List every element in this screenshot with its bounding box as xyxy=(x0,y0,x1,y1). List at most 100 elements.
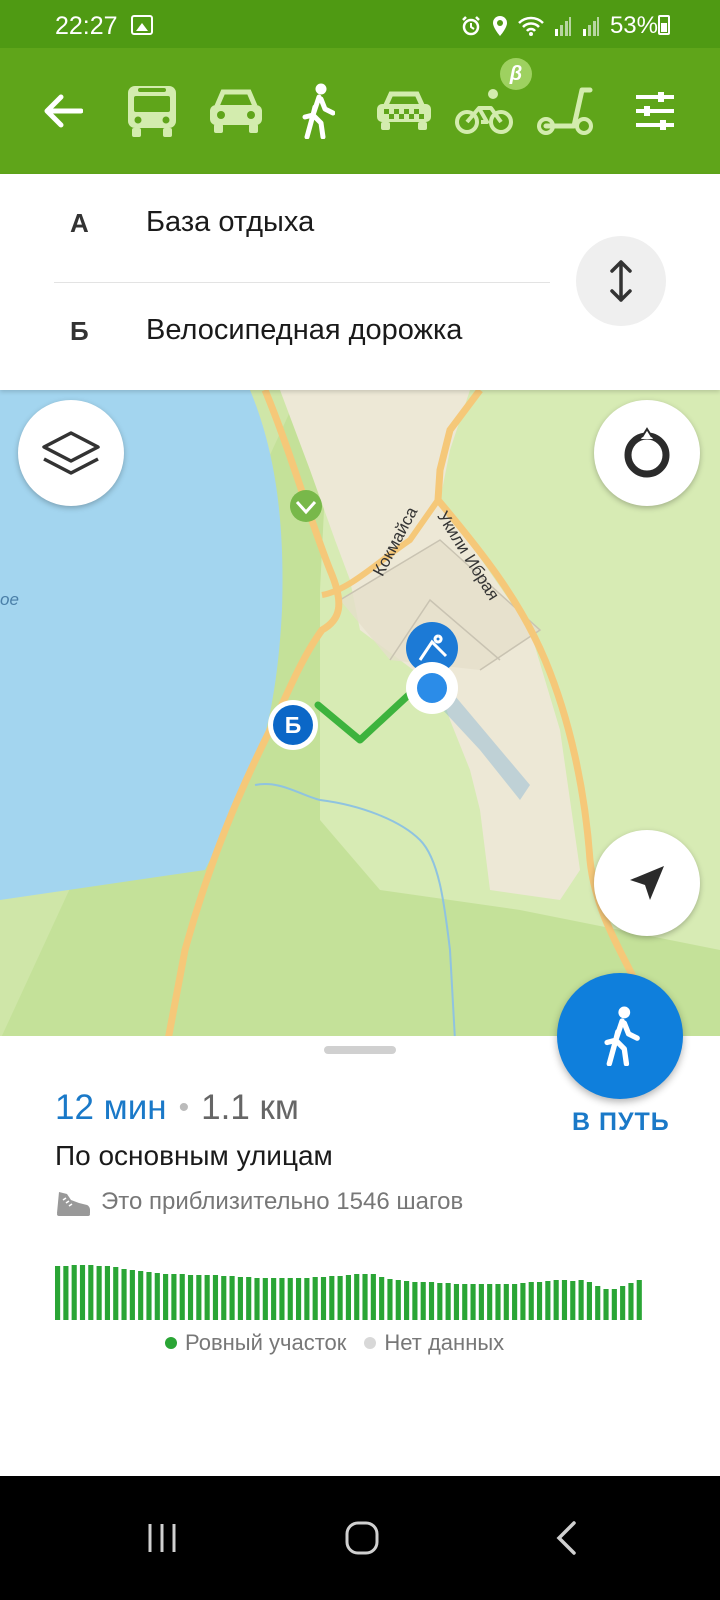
map-layers-button[interactable] xyxy=(18,400,124,506)
location-icon xyxy=(492,16,507,36)
point-a-name: База отдыха xyxy=(146,206,315,238)
elevation-bar xyxy=(395,1280,401,1320)
elevation-bar xyxy=(212,1275,219,1320)
elevation-bar xyxy=(312,1277,318,1320)
elevation-bar xyxy=(287,1278,293,1320)
legend-swatch-no-data xyxy=(364,1337,377,1349)
elevation-legend: Ровный участок Нет данных xyxy=(165,1330,504,1356)
compass-button[interactable] xyxy=(594,400,700,506)
route-settings-button[interactable] xyxy=(630,76,680,146)
point-b-field[interactable]: Б Велосипедная дорожка xyxy=(54,282,550,382)
elevation-bar xyxy=(55,1266,61,1320)
elevation-bar xyxy=(412,1282,418,1320)
mode-taxi-button[interactable] xyxy=(372,76,436,146)
elevation-bar xyxy=(495,1284,501,1320)
chevron-left-icon xyxy=(556,1521,576,1555)
elevation-bar xyxy=(196,1275,202,1320)
elevation-bar xyxy=(445,1283,451,1320)
mode-bike-button[interactable] xyxy=(454,76,514,146)
elevation-bar xyxy=(570,1281,576,1320)
elevation-bar xyxy=(553,1280,559,1320)
elevation-bar xyxy=(595,1286,601,1320)
status-icons: 53% xyxy=(460,12,658,40)
elevation-bar xyxy=(545,1281,551,1320)
elevation-bar xyxy=(329,1276,335,1320)
mode-car-button[interactable] xyxy=(204,76,268,146)
elevation-bar xyxy=(370,1274,376,1320)
elevation-bar xyxy=(512,1284,518,1320)
point-b-marker-letter: Б xyxy=(273,705,313,745)
point-b-map-marker[interactable]: Б xyxy=(268,700,318,750)
elevation-bar xyxy=(387,1279,393,1320)
elevation-bar xyxy=(138,1271,144,1320)
elevation-bar xyxy=(246,1277,252,1320)
elevation-bar xyxy=(204,1275,210,1320)
elevation-bar xyxy=(478,1284,484,1320)
elevation-bar xyxy=(146,1272,152,1320)
back-button[interactable] xyxy=(36,76,90,146)
battery-icon xyxy=(658,15,670,35)
elevation-bar xyxy=(603,1289,609,1320)
recent-apps-button[interactable] xyxy=(102,1476,222,1600)
car-icon xyxy=(210,89,262,133)
walk-icon xyxy=(604,1006,640,1066)
elevation-bar xyxy=(88,1265,94,1320)
elevation-bar xyxy=(237,1277,243,1320)
elevation-profile-chart xyxy=(55,1265,642,1320)
elevation-bar xyxy=(428,1282,435,1320)
scooter-icon xyxy=(537,87,593,135)
map-view[interactable]: Кокмайса Укили Ибрая ое xyxy=(0,390,720,1040)
bus-icon xyxy=(128,86,176,137)
elevation-bar xyxy=(337,1276,343,1320)
route-summary: 12 мин • 1.1 км xyxy=(55,1088,299,1128)
start-navigation-label[interactable]: В ПУТЬ xyxy=(572,1108,670,1137)
system-back-button[interactable] xyxy=(506,1476,626,1600)
sheet-drag-handle[interactable] xyxy=(324,1046,396,1054)
lake-label: ое xyxy=(0,590,19,609)
sliders-icon xyxy=(636,92,674,130)
mode-scooter-button[interactable] xyxy=(534,76,596,146)
gallery-icon xyxy=(131,15,153,35)
battery-percent: 53% xyxy=(609,12,658,39)
elevation-bar xyxy=(221,1276,227,1320)
mode-walk-button[interactable] xyxy=(292,76,342,146)
compass-icon xyxy=(624,427,670,478)
screen: 22:27 53% β А База отдыха Б Велосипедная… xyxy=(0,0,720,1600)
system-navigation-bar xyxy=(0,1476,720,1600)
wifi-icon xyxy=(518,16,544,36)
start-navigation-button[interactable] xyxy=(557,973,683,1099)
route-points-panel: А База отдыха Б Велосипедная дорожка xyxy=(0,174,720,390)
swap-points-button[interactable] xyxy=(576,236,666,326)
point-a-letter: А xyxy=(70,208,89,238)
point-b-letter: Б xyxy=(70,316,89,346)
elevation-bar xyxy=(620,1286,626,1320)
steps-estimate: Это приблизительно 1546 шагов xyxy=(55,1186,463,1218)
point-a-field[interactable]: А База отдыха xyxy=(54,174,550,274)
home-button[interactable] xyxy=(302,1476,422,1600)
elevation-bar xyxy=(71,1265,77,1320)
elevation-bar xyxy=(503,1284,509,1320)
elevation-bar xyxy=(320,1277,327,1320)
route-info-sheet: 12 мин • 1.1 км В ПУТЬ По основным улица… xyxy=(0,1036,720,1476)
home-icon xyxy=(345,1521,379,1555)
beta-badge: β xyxy=(500,58,532,90)
route-duration: 12 мин xyxy=(55,1088,167,1127)
elevation-bar xyxy=(295,1278,302,1320)
elevation-bar xyxy=(279,1278,285,1320)
my-location-button[interactable] xyxy=(594,830,700,936)
legend-label-flat: Ровный участок xyxy=(185,1330,347,1355)
alarm-icon xyxy=(462,16,480,36)
mode-bus-button[interactable] xyxy=(120,76,184,146)
bike-icon xyxy=(455,89,513,134)
recent-apps-icon xyxy=(148,1524,176,1552)
elevation-bar xyxy=(586,1282,592,1320)
elevation-bar xyxy=(271,1278,277,1320)
legend-swatch-flat xyxy=(165,1337,177,1349)
elevation-bar xyxy=(561,1280,568,1320)
elevation-bar xyxy=(404,1281,410,1320)
transport-mode-toolbar: β xyxy=(0,48,720,174)
elevation-bar xyxy=(262,1278,268,1320)
elevation-bar xyxy=(79,1265,86,1320)
walk-icon xyxy=(302,83,335,139)
elevation-bar xyxy=(345,1275,351,1320)
